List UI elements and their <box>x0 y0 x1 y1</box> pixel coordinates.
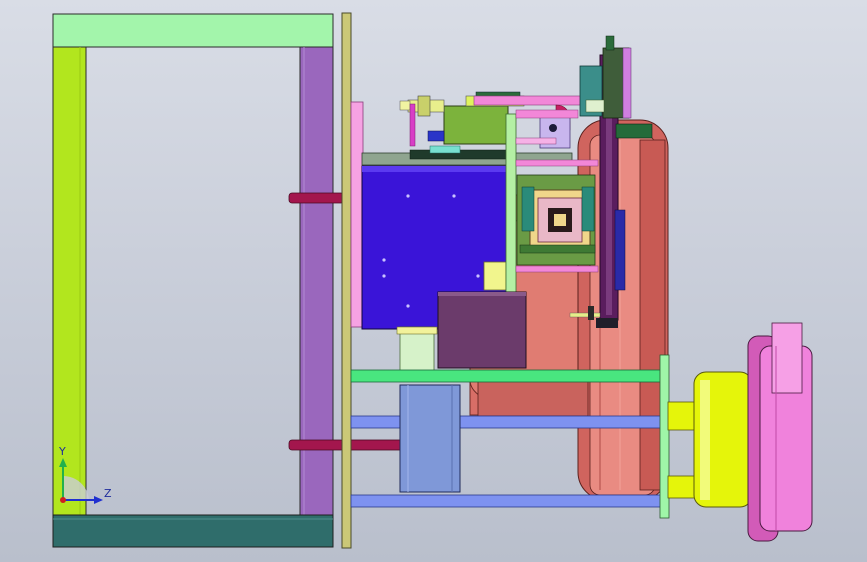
pin-lower <box>288 439 345 451</box>
axis-z-label: Z <box>104 487 112 500</box>
frame-base-beam[interactable] <box>52 514 334 548</box>
frame-top-beam[interactable] <box>52 13 334 48</box>
servo-motor[interactable] <box>399 384 461 493</box>
control-box[interactable] <box>437 291 527 369</box>
left-frame[interactable] <box>52 13 334 548</box>
pin-upper <box>288 192 345 204</box>
mounting-plate[interactable] <box>341 12 352 549</box>
green-guide-bar[interactable] <box>505 113 517 293</box>
cad-viewport[interactable]: Y Z <box>0 0 867 562</box>
pink-side-plate[interactable] <box>350 101 364 328</box>
assembly-drawing: Y Z <box>52 12 813 549</box>
blue-rod-upper[interactable] <box>350 415 667 429</box>
coupling-assembly[interactable] <box>667 322 813 542</box>
green-rod[interactable] <box>350 369 667 383</box>
gripper-assembly[interactable] <box>516 174 596 266</box>
frame-left-post[interactable] <box>52 46 87 516</box>
axis-y-label: Y <box>58 445 66 458</box>
blue-rod-lower[interactable] <box>350 494 667 508</box>
